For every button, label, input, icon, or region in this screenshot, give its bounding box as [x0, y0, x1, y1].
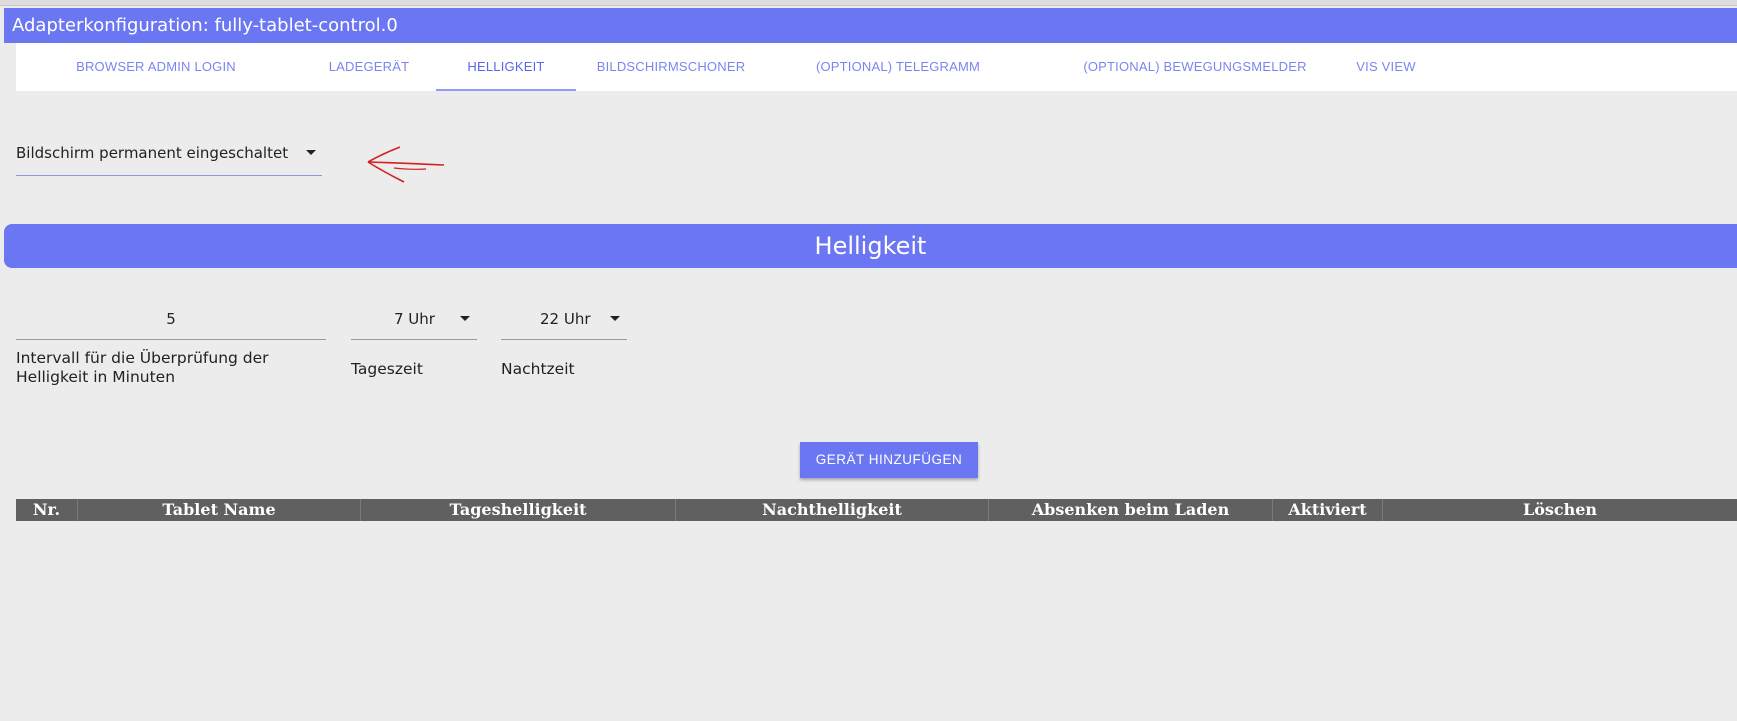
caret-down-icon [460, 316, 470, 321]
column-header-nachthelligkeit: Nachthelligkeit [676, 499, 989, 521]
tab-bar: Browser Admin Login Ladegerät Helligkeit… [16, 43, 1737, 91]
screen-mode-value: Bildschirm permanent eingeschaltet [16, 144, 289, 162]
daytime-label: Tageszeit [351, 360, 423, 378]
tab-browser-admin-login[interactable]: Browser Admin Login [61, 43, 251, 91]
add-device-button[interactable]: Gerät hinzufügen [800, 442, 978, 478]
column-header-tageshelligkeit: Tageshelligkeit [361, 499, 676, 521]
tab-ladegeraet[interactable]: Ladegerät [314, 43, 424, 91]
interval-input[interactable]: 5 [16, 302, 326, 340]
tab-helligkeit[interactable]: Helligkeit [436, 43, 576, 91]
tab-optional-bewegungsmelder[interactable]: (Optional) Bewegungsmelder [1060, 43, 1330, 91]
window-title: Adapterkonfiguration: fully-tablet-contr… [4, 8, 1737, 43]
caret-down-icon [610, 316, 620, 321]
nighttime-value: 22 Uhr [540, 310, 591, 328]
column-header-nr: Nr. [16, 499, 78, 521]
tab-bildschirmschoner[interactable]: Bildschirmschoner [576, 43, 766, 91]
caret-down-icon [306, 150, 316, 155]
tab-vis-view[interactable]: VIS View [1336, 43, 1436, 91]
screen-mode-select[interactable]: Bildschirm permanent eingeschaltet [16, 136, 322, 176]
tab-optional-telegramm[interactable]: (Optional) Telegramm [798, 43, 998, 91]
daytime-value: 7 Uhr [394, 310, 435, 328]
device-table-header: Nr. Tablet Name Tageshelligkeit Nachthel… [16, 499, 1737, 521]
section-heading-helligkeit: Helligkeit [4, 224, 1737, 268]
interval-label: Intervall für die Überprüfung der Hellig… [16, 349, 269, 386]
nighttime-label: Nachtzeit [501, 360, 575, 378]
nighttime-select[interactable]: 22 Uhr [501, 302, 627, 340]
column-header-absenken-beim-laden: Absenken beim Laden [989, 499, 1273, 521]
column-header-tablet-name: Tablet Name [78, 499, 361, 521]
interval-value: 5 [166, 310, 176, 328]
red-arrow-annotation [367, 146, 445, 183]
column-header-loeschen: Löschen [1522, 500, 1598, 519]
window-top-border [0, 0, 1737, 6]
column-header-aktiviert: Aktiviert [1273, 499, 1383, 521]
daytime-select[interactable]: 7 Uhr [351, 302, 477, 340]
